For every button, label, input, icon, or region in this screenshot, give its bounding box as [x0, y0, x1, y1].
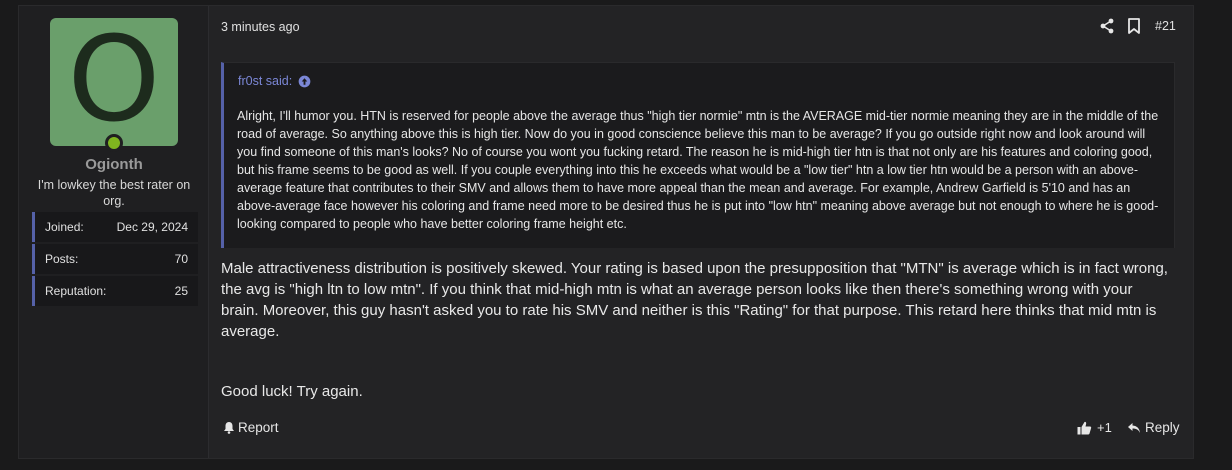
user-title: I'm lowkey the best rater on org. — [37, 178, 191, 208]
post-body: Male attractiveness distribution is posi… — [221, 260, 1168, 340]
avatar[interactable]: O — [50, 18, 178, 146]
like-button[interactable]: +1 — [1077, 420, 1112, 435]
quote-block: fr0st said: Alright, I'll humor you. HTN… — [221, 62, 1175, 248]
stat-label: Joined: — [45, 220, 84, 234]
user-info-panel: O Ogionth I'm lowkey the best rater on o… — [19, 6, 209, 458]
stat-reputation: Reputation: 25 — [32, 276, 198, 306]
reply-label: Reply — [1145, 420, 1180, 435]
reply-icon — [1128, 422, 1140, 433]
reply-button[interactable]: Reply — [1127, 420, 1180, 435]
username[interactable]: Ogionth — [19, 156, 209, 173]
avatar-letter: O — [67, 10, 161, 148]
stat-label: Posts: — [45, 252, 79, 266]
like-count: +1 — [1097, 420, 1112, 435]
post-closing: Good luck! Try again. — [221, 383, 363, 400]
bookmark-icon[interactable] — [1127, 18, 1141, 34]
share-icon[interactable] — [1099, 18, 1115, 34]
stat-value: 25 — [174, 284, 188, 298]
post-container: O Ogionth I'm lowkey the best rater on o… — [18, 5, 1194, 459]
quote-author[interactable]: fr0st said: — [238, 74, 292, 88]
quote-author-link[interactable]: fr0st said: — [238, 74, 311, 88]
stat-joined: Joined: Dec 29, 2024 — [32, 212, 198, 242]
quote-text: Alright, I'll humor you. HTN is reserved… — [237, 109, 1159, 231]
report-label: Report — [238, 420, 279, 435]
post-timestamp[interactable]: 3 minutes ago — [221, 20, 300, 34]
bell-icon — [224, 422, 234, 434]
thumbs-up-icon — [1077, 421, 1092, 434]
stat-value: Dec 29, 2024 — [116, 220, 188, 234]
report-button[interactable]: Report — [223, 420, 279, 435]
online-status-indicator — [105, 134, 123, 152]
stat-posts: Posts: 70 — [32, 244, 198, 274]
arrow-up-circle-icon[interactable] — [298, 75, 311, 88]
stat-value[interactable]: 70 — [175, 252, 188, 266]
post-number-link[interactable]: #21 — [1155, 19, 1176, 33]
stat-label: Reputation: — [45, 284, 107, 298]
